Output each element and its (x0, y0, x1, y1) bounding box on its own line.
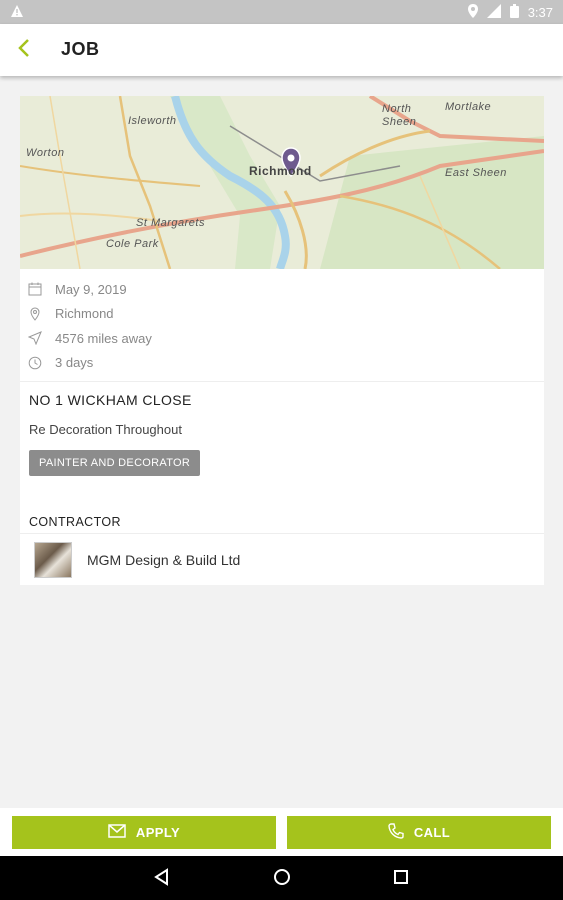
apply-label: APPLY (135, 825, 181, 840)
map-label: Isleworth (128, 115, 177, 127)
app-bar: JOB (0, 24, 563, 76)
action-bar: APPLY CALL (0, 808, 563, 856)
map-label: St Margarets (136, 217, 205, 229)
job-details: NO 1 WICKHAM CLOSE Re Decoration Through… (20, 382, 544, 529)
job-duration: 3 days (55, 355, 94, 371)
system-nav-bar (0, 856, 563, 900)
status-bar: 3:37 (0, 0, 563, 24)
battery-icon (509, 4, 519, 21)
clock-icon (28, 356, 42, 370)
job-date: May 9, 2019 (55, 281, 127, 297)
nav-back-button[interactable] (150, 867, 172, 891)
contractor-heading: CONTRACTOR (29, 515, 121, 529)
back-button[interactable] (10, 36, 38, 64)
map-label: North Sheen (382, 103, 417, 128)
contractor-name: MGM Design & Build Ltd (87, 552, 241, 568)
job-description: Re Decoration Throughout (29, 422, 182, 437)
meta-location: Richmond (20, 302, 544, 327)
map-label: East Sheen (445, 167, 507, 179)
location-status-icon (467, 4, 478, 21)
navigation-arrow-icon (27, 331, 42, 346)
square-recents-icon (393, 869, 409, 890)
meta-duration: 3 days (20, 351, 544, 376)
job-title: NO 1 WICKHAM CLOSE (29, 392, 192, 408)
calendar-icon (28, 282, 42, 296)
map-view[interactable]: Isleworth Worton North Sheen Mortlake Ri… (20, 96, 544, 269)
circle-home-icon (273, 868, 291, 891)
signal-icon (486, 4, 501, 21)
job-card: Isleworth Worton North Sheen Mortlake Ri… (20, 96, 544, 585)
call-label: CALL (413, 825, 451, 840)
map-label: Cole Park (106, 238, 159, 250)
map-marker-icon (28, 306, 42, 321)
page-title: JOB (61, 39, 100, 59)
warning-icon (10, 4, 24, 21)
map-label: Worton (26, 147, 65, 159)
chevron-left-icon (17, 38, 31, 63)
trade-tag: PAINTER AND DECORATOR (29, 450, 201, 476)
meta-date: May 9, 2019 (20, 277, 544, 302)
phone-icon (388, 823, 404, 842)
map-label: Mortlake (445, 101, 492, 113)
envelope-icon (108, 824, 126, 841)
clock: 3:37 (527, 5, 553, 20)
job-location: Richmond (55, 306, 114, 322)
call-button[interactable]: CALL (287, 816, 551, 849)
nav-recents-button[interactable] (390, 868, 412, 890)
job-meta: May 9, 2019 Richmond 4576 miles away 3 d… (20, 269, 544, 382)
triangle-back-icon (153, 867, 169, 891)
meta-distance: 4576 miles away (20, 326, 544, 351)
job-distance: 4576 miles away (55, 330, 152, 346)
apply-button[interactable]: APPLY (12, 816, 276, 849)
map-label: Richmond (249, 164, 312, 178)
nav-home-button[interactable] (271, 868, 293, 890)
contractor-logo (34, 542, 72, 578)
contractor-row[interactable]: MGM Design & Build Ltd (20, 533, 544, 585)
